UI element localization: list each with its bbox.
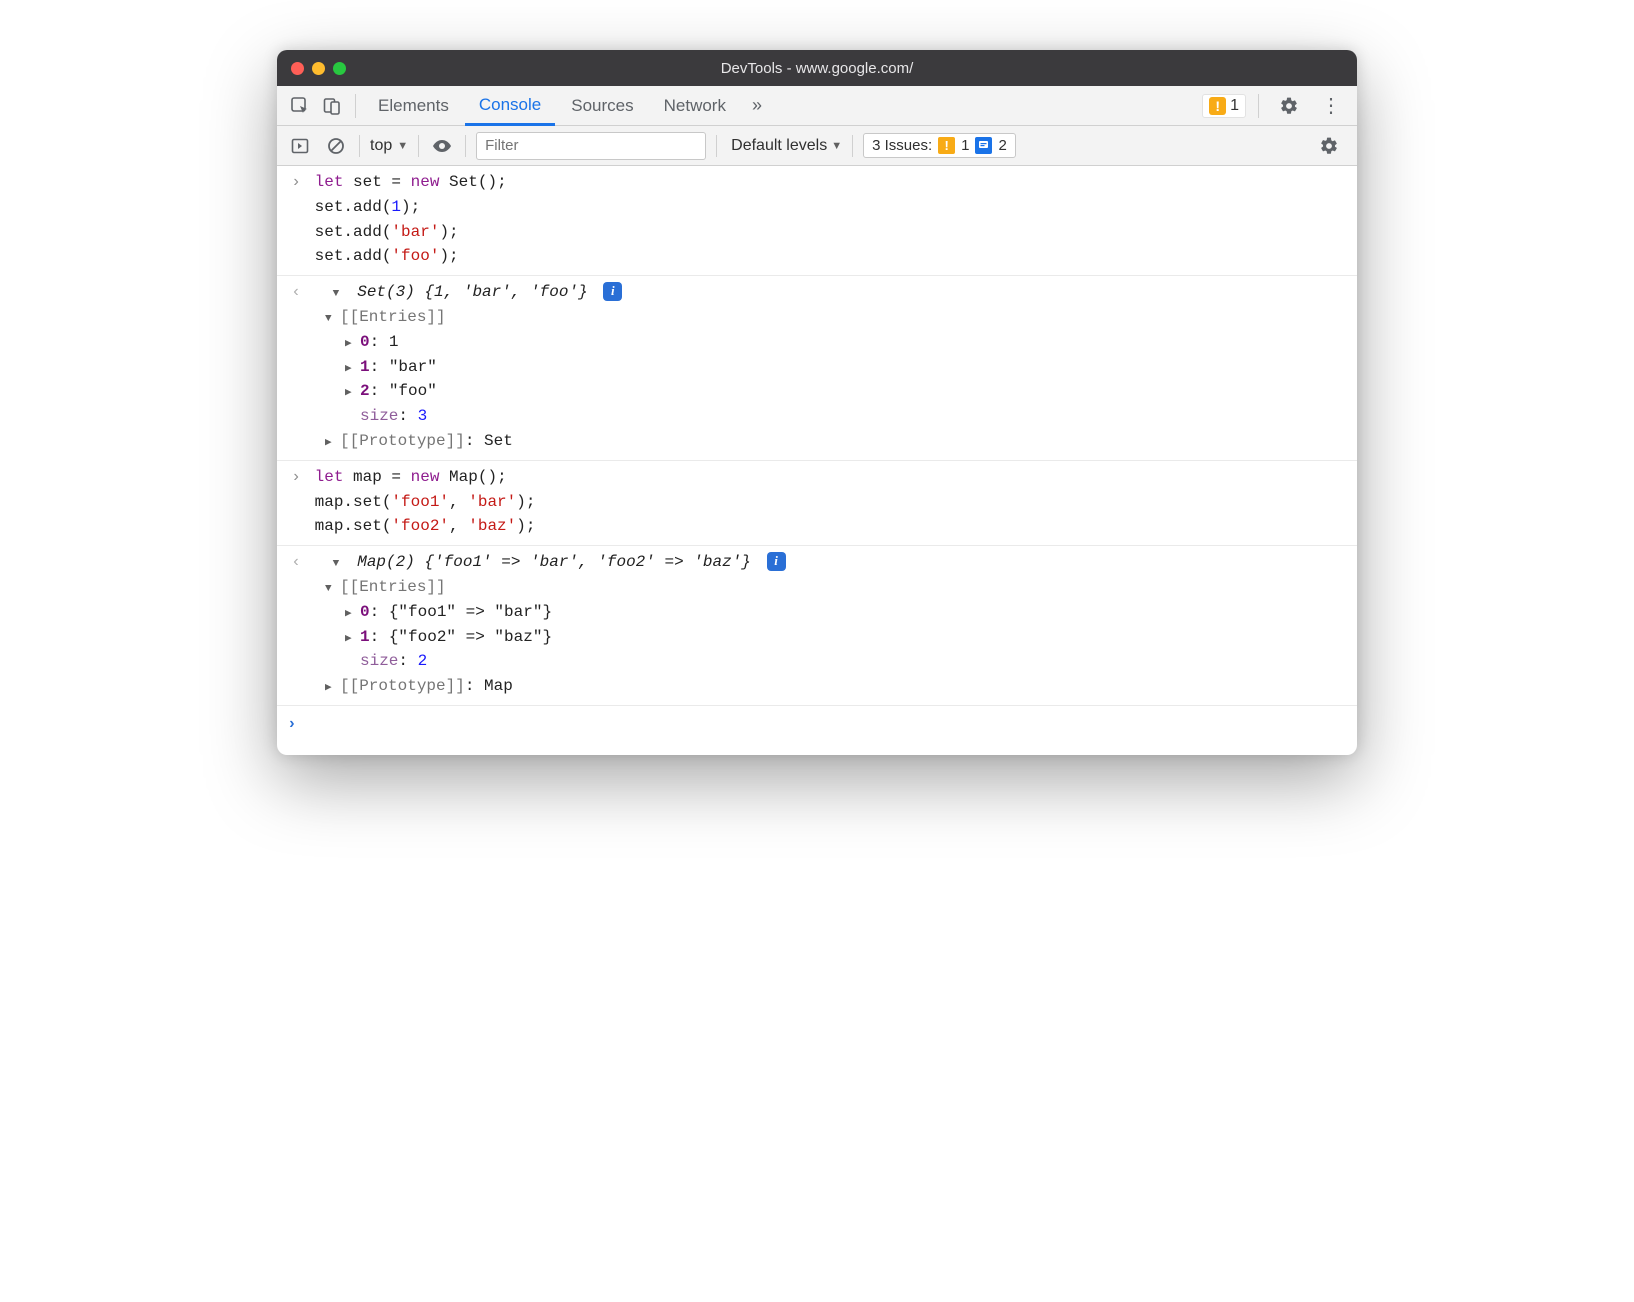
minimize-icon[interactable] [312,62,325,75]
tab-sources[interactable]: Sources [557,86,647,125]
tab-elements[interactable]: Elements [364,86,463,125]
input-chevron-icon: › [287,170,305,195]
separator [852,135,853,157]
settings-icon[interactable] [1271,96,1307,116]
disclosure-triangle-icon[interactable] [325,674,337,699]
disclosure-triangle-icon[interactable] [345,600,357,625]
clear-console-icon[interactable] [323,133,349,159]
window-title: DevTools - www.google.com/ [277,60,1357,77]
more-tabs-icon[interactable]: » [742,92,772,120]
kebab-menu-icon[interactable]: ⋮ [1313,93,1349,118]
output-summary-row[interactable]: ‹ Map(2) {'foo1' => 'bar', 'foo2' => 'ba… [287,550,1347,575]
separator [418,135,419,157]
issues-info-count: 2 [998,137,1006,154]
code-line: let set = new Set(); set.add(1); set.add… [315,170,507,269]
separator [465,135,466,157]
context-label: top [370,137,392,155]
tree-row[interactable]: 1: "bar" [287,355,1347,380]
issues-button[interactable]: 3 Issues: ! 1 2 [863,133,1016,158]
output-chevron-icon: ‹ [287,280,305,305]
console-settings-icon[interactable] [1311,136,1347,156]
disclosure-triangle-icon[interactable] [345,355,357,380]
disclosure-triangle-icon[interactable] [345,330,357,355]
device-toolbar-icon[interactable] [317,92,347,120]
warnings-count: 1 [1230,97,1239,115]
tree-row[interactable]: 1: {"foo2" => "baz"} [287,625,1347,650]
chevron-down-icon: ▼ [831,140,842,152]
main-tabs: Elements Console Sources Network » ! 1 ⋮ [277,86,1357,126]
disclosure-triangle-icon[interactable] [325,575,337,600]
filter-input[interactable] [476,132,706,160]
tree-row[interactable]: 0: {"foo1" => "bar"} [287,600,1347,625]
live-expression-icon[interactable] [429,133,455,159]
log-levels-selector[interactable]: Default levels ▼ [731,137,842,155]
output-summary-row[interactable]: ‹ Set(3) {1, 'bar', 'foo'} i [287,280,1347,305]
console-output-entry: ‹ Map(2) {'foo1' => 'bar', 'foo2' => 'ba… [277,546,1357,706]
warn-chip-icon: ! [938,137,955,154]
info-chip-icon [975,137,992,154]
separator [359,135,360,157]
levels-label: Default levels [731,137,827,155]
tree-row[interactable]: 0: 1 [287,330,1347,355]
disclosure-triangle-icon[interactable] [333,550,345,575]
tree-row: size: 2 [287,649,1347,674]
zoom-icon[interactable] [333,62,346,75]
console-output-entry: ‹ Set(3) {1, 'bar', 'foo'} i [[Entries]]… [277,276,1357,461]
disclosure-triangle-icon[interactable] [345,625,357,650]
context-selector[interactable]: top ▼ [370,137,408,155]
tab-network[interactable]: Network [650,86,740,125]
tree-row[interactable]: [[Prototype]]: Map [287,674,1347,699]
traffic-lights [291,62,346,75]
tab-console[interactable]: Console [465,87,555,126]
console-input-entry: › let set = new Set(); set.add(1); set.a… [277,166,1357,276]
inspect-icon[interactable] [285,92,315,120]
input-chevron-icon: › [287,465,305,490]
disclosure-triangle-icon[interactable] [325,305,337,330]
console-output: › let set = new Set(); set.add(1); set.a… [277,166,1357,755]
tree-row[interactable]: [[Prototype]]: Set [287,429,1347,454]
tree-row[interactable]: [[Entries]] [287,575,1347,600]
toggle-sidebar-icon[interactable] [287,133,313,159]
console-input-entry: › let map = new Map(); map.set('foo1', '… [277,461,1357,546]
output-chevron-icon: ‹ [287,550,305,575]
separator [716,135,717,157]
separator [1258,94,1259,118]
disclosure-triangle-icon[interactable] [333,280,345,305]
info-icon[interactable]: i [767,552,786,571]
console-toolbar: top ▼ Default levels ▼ 3 Issues: ! 1 2 [277,126,1357,166]
separator [355,94,356,118]
close-icon[interactable] [291,62,304,75]
info-icon[interactable]: i [603,282,622,301]
issues-warn-count: 1 [961,137,969,154]
code-line: let map = new Map(); map.set('foo1', 'ba… [315,465,536,539]
tree-row: size: 3 [287,404,1347,429]
tree-row[interactable]: [[Entries]] [287,305,1347,330]
tree-row[interactable]: 2: "foo" [287,379,1347,404]
prompt-chevron-icon: › [287,715,297,733]
chevron-down-icon: ▼ [397,140,408,152]
titlebar: DevTools - www.google.com/ [277,50,1357,86]
console-prompt[interactable]: › [277,706,1357,755]
issues-label: 3 Issues: [872,137,932,154]
disclosure-triangle-icon[interactable] [345,379,357,404]
devtools-window: DevTools - www.google.com/ Elements Cons… [277,50,1357,755]
disclosure-triangle-icon[interactable] [325,429,337,454]
warnings-badge[interactable]: ! 1 [1202,94,1246,118]
